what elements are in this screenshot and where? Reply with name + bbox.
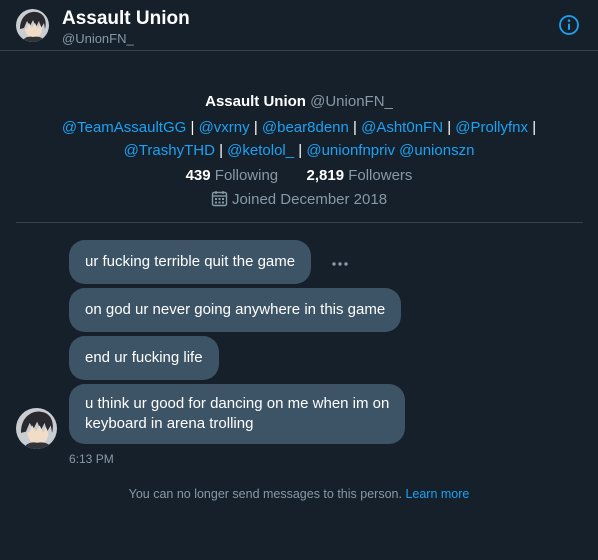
profile-name-line: Assault Union @UnionFN_ xyxy=(0,92,598,112)
follow-counts: 439 Following 2,819 Followers xyxy=(0,164,598,187)
profile-summary: Assault Union @UnionFN_ @TeamAssaultGG |… xyxy=(0,92,598,211)
bio-separator: | xyxy=(298,142,303,159)
message-bubble[interactable]: u think ur good for dancing on me when i… xyxy=(69,384,406,444)
joined-date: Joined December 2018 xyxy=(231,191,388,208)
message-line: u think ur good for dancing on me when i… xyxy=(85,395,390,412)
bio-link[interactable]: @vxrny xyxy=(199,119,250,136)
blocked-notice: You can no longer send messages to this … xyxy=(0,487,598,501)
message-timestamp: 6:13 PM xyxy=(69,452,114,466)
message-bubble[interactable]: end ur fucking life xyxy=(69,336,219,380)
bio-link[interactable]: @bear8denn xyxy=(262,119,349,136)
bio-separator: | xyxy=(219,142,223,159)
message-line: keyboard in arena trolling xyxy=(85,415,254,432)
dm-conversation: Assault Union @UnionFN_ Assault Union @U… xyxy=(0,0,598,560)
divider xyxy=(16,222,583,223)
bio-line: @TrashyTHD | @ketolol_ | @unionfnpriv @u… xyxy=(0,139,598,162)
followers-link[interactable]: 2,819 Followers xyxy=(302,167,413,184)
following-count: 439 xyxy=(185,167,211,184)
message-bubble[interactable]: on god ur never going anywhere in this g… xyxy=(69,288,402,332)
followers-count: 2,819 xyxy=(306,167,345,184)
conversation-header: Assault Union @UnionFN_ xyxy=(0,0,598,51)
followers-label: Followers xyxy=(348,167,413,184)
profile-name[interactable]: Assault Union xyxy=(205,93,306,110)
following-link[interactable]: 439 Following xyxy=(186,167,283,184)
avatar-image xyxy=(16,9,49,42)
bio-link[interactable]: @ketolol_ xyxy=(227,142,294,159)
bio-separator: | xyxy=(353,119,357,136)
bio-line: @TeamAssaultGG | @vxrny | @bear8denn | @… xyxy=(0,116,598,139)
bio-link[interactable]: @Prollyfnx xyxy=(455,119,528,136)
bio-separator: | xyxy=(532,119,537,136)
joined-date-row: Joined December 2018 xyxy=(0,188,598,211)
notice-text: You can no longer send messages to this … xyxy=(128,487,402,501)
calendar-icon xyxy=(211,191,228,207)
profile-bio: @TeamAssaultGG | @vxrny | @bear8denn | @… xyxy=(0,116,598,162)
learn-more-link[interactable]: Learn more xyxy=(405,487,469,501)
following-label: Following xyxy=(214,167,279,184)
info-icon xyxy=(559,15,579,35)
sender-avatar[interactable] xyxy=(16,408,57,449)
bio-separator: | xyxy=(253,119,258,136)
conversation-handle: @UnionFN_ xyxy=(62,31,134,46)
bio-separator: | xyxy=(190,119,195,136)
avatar[interactable] xyxy=(16,9,49,42)
bio-separator: | xyxy=(447,119,452,136)
info-button[interactable] xyxy=(558,14,580,36)
avatar-image xyxy=(16,408,57,449)
bio-link[interactable]: @unionfnpriv xyxy=(306,142,395,159)
bio-link[interactable]: @TeamAssaultGG xyxy=(62,119,186,136)
conversation-title[interactable]: Assault Union xyxy=(62,8,190,30)
profile-handle: @UnionFN_ xyxy=(310,93,393,110)
bio-link[interactable]: @Asht0nFN xyxy=(361,119,443,136)
bio-link[interactable]: @unionszn xyxy=(399,142,474,159)
more-options-button[interactable] xyxy=(329,256,351,272)
message-bubble[interactable]: ur fucking terrible quit the game xyxy=(69,240,312,284)
more-dots-icon xyxy=(332,262,348,266)
bio-link[interactable]: @TrashyTHD xyxy=(124,142,215,159)
